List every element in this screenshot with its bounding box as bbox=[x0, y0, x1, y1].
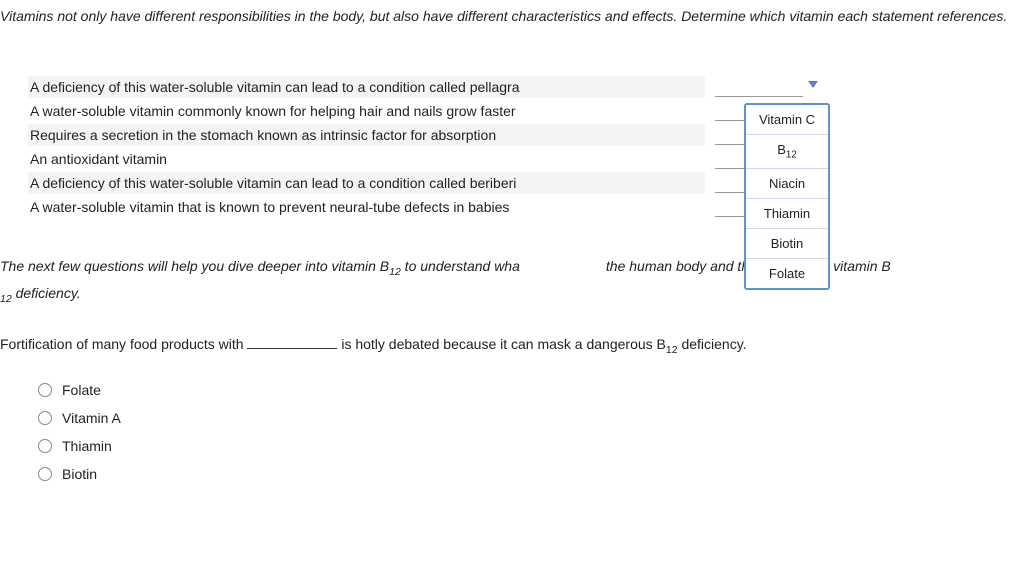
option-b12[interactable]: B12 bbox=[746, 135, 828, 169]
statement-text: A deficiency of this water-soluble vitam… bbox=[28, 172, 705, 194]
option-biotin[interactable]: Biotin bbox=[746, 229, 828, 259]
radio-icon bbox=[38, 467, 52, 481]
chevron-down-icon bbox=[808, 81, 818, 88]
question-intro: Vitamins not only have different respons… bbox=[0, 0, 1024, 35]
statement-text: An antioxidant vitamin bbox=[28, 148, 705, 170]
statements-list: A deficiency of this water-soluble vitam… bbox=[28, 75, 803, 219]
matching-block: A deficiency of this water-soluble vitam… bbox=[28, 75, 1024, 219]
drop-slot[interactable] bbox=[715, 77, 803, 97]
radio-label: Vitamin A bbox=[62, 410, 121, 426]
radio-group: Folate Vitamin A Thiamin Biotin bbox=[38, 376, 1024, 488]
radio-icon bbox=[38, 411, 52, 425]
statement-row: A water-soluble vitamin commonly known f… bbox=[28, 99, 803, 123]
option-thiamin[interactable]: Thiamin bbox=[746, 199, 828, 229]
question-2: Fortification of many food products with… bbox=[0, 336, 1024, 356]
radio-option-folate[interactable]: Folate bbox=[38, 376, 1024, 404]
radio-label: Thiamin bbox=[62, 438, 112, 454]
statement-row: A deficiency of this water-soluble vitam… bbox=[28, 171, 803, 195]
statement-row: A deficiency of this water-soluble vitam… bbox=[28, 75, 803, 99]
statement-text: A deficiency of this water-soluble vitam… bbox=[28, 76, 705, 98]
radio-option-thiamin[interactable]: Thiamin bbox=[38, 432, 1024, 460]
radio-icon bbox=[38, 383, 52, 397]
option-folate[interactable]: Folate bbox=[746, 259, 828, 288]
statement-row: A water-soluble vitamin that is known to… bbox=[28, 195, 803, 219]
statement-row: An antioxidant vitamin bbox=[28, 147, 803, 171]
radio-icon bbox=[38, 439, 52, 453]
radio-option-vitamin-a[interactable]: Vitamin A bbox=[38, 404, 1024, 432]
option-vitamin-c[interactable]: Vitamin C bbox=[746, 105, 828, 135]
fill-blank bbox=[247, 337, 337, 349]
statement-text: A water-soluble vitamin that is known to… bbox=[28, 196, 705, 218]
transition-paragraph: The next few questions will help you div… bbox=[0, 255, 1024, 308]
statement-text: Requires a secretion in the stomach know… bbox=[28, 124, 705, 146]
options-dropdown[interactable]: Vitamin C B12 Niacin Thiamin Biotin Fola… bbox=[744, 103, 830, 290]
statement-text: A water-soluble vitamin commonly known f… bbox=[28, 100, 705, 122]
radio-option-biotin[interactable]: Biotin bbox=[38, 460, 1024, 488]
option-niacin[interactable]: Niacin bbox=[746, 169, 828, 199]
radio-label: Folate bbox=[62, 382, 101, 398]
radio-label: Biotin bbox=[62, 466, 97, 482]
statement-row: Requires a secretion in the stomach know… bbox=[28, 123, 803, 147]
